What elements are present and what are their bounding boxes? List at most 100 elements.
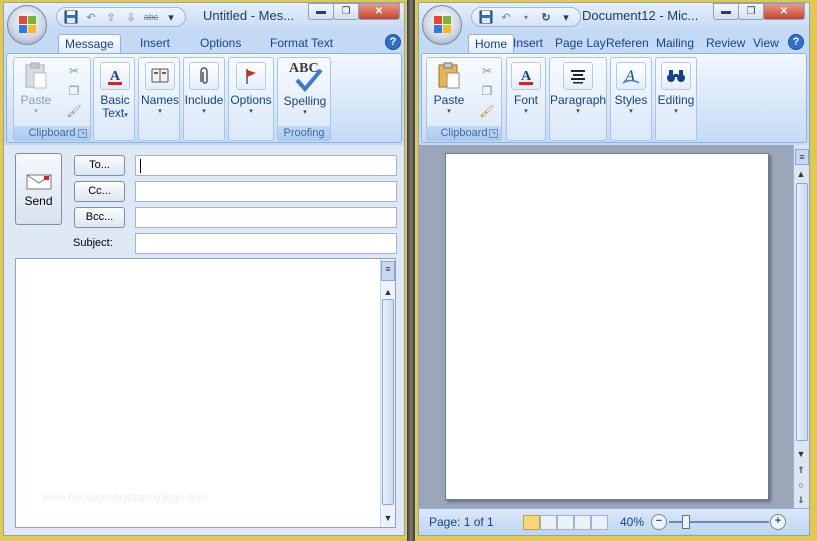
zoom-slider[interactable]	[669, 515, 769, 529]
paragraph-button[interactable]: Paragraph ▾	[550, 62, 606, 116]
scroll-thumb[interactable]	[796, 183, 808, 441]
minimize-button[interactable]: ▬	[308, 3, 334, 20]
close-button[interactable]: ✕	[763, 3, 805, 20]
tab-options[interactable]: Options	[194, 34, 247, 54]
window-title: Untitled - Mes...	[203, 8, 295, 23]
window-controls: ▬ ❐ ✕	[713, 3, 805, 20]
include-button[interactable]: Include ▾	[184, 62, 224, 116]
cc-button[interactable]: Cc...	[74, 181, 125, 202]
full-screen-reading-view-icon[interactable]	[540, 515, 557, 530]
binoculars-icon	[661, 62, 691, 90]
paste-icon	[434, 62, 464, 90]
undo-icon[interactable]: ↶	[498, 9, 514, 25]
tab-format-text[interactable]: Format Text	[264, 34, 339, 54]
office-button[interactable]	[7, 5, 47, 45]
paperclip-icon	[189, 62, 219, 90]
ruler-toggle-icon[interactable]: ≡	[795, 149, 809, 165]
format-painter-icon[interactable]: 🖌	[479, 103, 495, 119]
options-group: Options ▾	[228, 57, 274, 141]
zoom-in-icon[interactable]: +	[770, 514, 786, 530]
paste-button[interactable]: Paste ▾	[18, 62, 54, 116]
maximize-button[interactable]: ❐	[738, 3, 764, 20]
undo-dropdown-icon[interactable]: ▾	[518, 9, 534, 25]
save-icon[interactable]	[63, 9, 79, 25]
options-button[interactable]: Options ▾	[229, 62, 273, 116]
send-button[interactable]: Send	[15, 153, 62, 225]
spelling-button[interactable]: ABC Spelling ▾	[280, 60, 330, 117]
up-arrow-icon[interactable]: ⇧	[103, 9, 119, 25]
to-button[interactable]: To...	[74, 155, 125, 176]
cut-icon[interactable]: ✂	[479, 63, 495, 79]
undo-icon[interactable]: ↶	[83, 9, 99, 25]
minimize-button[interactable]: ▬	[713, 3, 739, 20]
tab-insert[interactable]: Insert	[134, 34, 176, 54]
tab-mailings[interactable]: Mailing	[650, 34, 700, 54]
redo-icon[interactable]: ↻	[538, 9, 554, 25]
basic-text-group: A Basic Text▾	[93, 57, 135, 141]
scroll-up-icon[interactable]: ▲	[381, 285, 395, 299]
ruler-toggle-icon[interactable]: ≡	[381, 261, 395, 281]
previous-page-icon[interactable]: ⇑	[794, 463, 808, 477]
names-group: Names ▾	[138, 57, 180, 141]
next-page-icon[interactable]: ⇓	[794, 493, 808, 507]
scroll-thumb[interactable]	[382, 299, 394, 505]
office-button[interactable]	[422, 5, 462, 45]
web-layout-view-icon[interactable]	[557, 515, 574, 530]
body-vertical-scrollbar[interactable]: ≡ ▲ ▼	[380, 259, 395, 527]
zoom-out-icon[interactable]: −	[651, 514, 667, 530]
paste-label: Paste	[20, 93, 52, 107]
tab-insert[interactable]: Insert	[507, 34, 549, 54]
customize-qat-icon[interactable]: ▾	[558, 9, 574, 25]
draft-view-icon[interactable]	[591, 515, 608, 530]
zoom-slider-thumb[interactable]	[681, 515, 690, 529]
outlook-quick-access-toolbar: ↶ ⇧ ⇩ abc ▾	[56, 7, 186, 27]
to-field[interactable]	[135, 155, 397, 176]
spelling-icon[interactable]: abc	[143, 9, 159, 25]
bcc-field[interactable]	[135, 207, 397, 228]
zoom-level[interactable]: 40%	[620, 515, 644, 529]
font-button[interactable]: A Font ▾	[507, 62, 545, 116]
clipboard-launcher-icon[interactable]: ↘	[78, 129, 87, 138]
clipboard-launcher-icon[interactable]: ↘	[489, 129, 498, 138]
print-layout-view-icon[interactable]	[523, 515, 540, 530]
help-icon[interactable]: ?	[385, 34, 401, 50]
document-vertical-scrollbar[interactable]: ≡ ▲ ▼ ⇑ ○ ⇓	[793, 145, 809, 510]
page-count[interactable]: Page: 1 of 1	[429, 515, 494, 529]
styles-button[interactable]: A Styles ▾	[611, 62, 651, 116]
word-document-window: ↶ ▾ ↻ ▾ Document12 - Mic... ▬ ❐ ✕ Home I…	[418, 2, 810, 536]
subject-field[interactable]	[135, 233, 397, 254]
paste-button[interactable]: Paste ▾	[431, 62, 467, 116]
maximize-button[interactable]: ❐	[333, 3, 359, 20]
ribbon: Paste ▾ ✂ ❐ 🖌 Clipboard ↘ A Font ▾ Parag…	[421, 53, 807, 143]
help-icon[interactable]: ?	[788, 34, 804, 50]
editing-button[interactable]: Editing ▾	[656, 62, 696, 116]
bcc-button[interactable]: Bcc...	[74, 207, 125, 228]
cc-field[interactable]	[135, 181, 397, 202]
format-painter-icon[interactable]: 🖌	[66, 103, 82, 119]
copy-icon[interactable]: ❐	[479, 83, 495, 99]
close-button[interactable]: ✕	[358, 3, 400, 20]
names-button[interactable]: Names ▾	[141, 62, 179, 116]
customize-qat-icon[interactable]: ▾	[163, 9, 179, 25]
document-page[interactable]	[445, 153, 769, 500]
editing-group: Editing ▾	[655, 57, 697, 141]
save-icon[interactable]	[478, 9, 494, 25]
names-label: Names	[141, 93, 180, 107]
scroll-up-icon[interactable]: ▲	[794, 167, 808, 181]
copy-icon[interactable]: ❐	[66, 83, 82, 99]
tab-view[interactable]: View	[747, 34, 785, 54]
tab-references[interactable]: Referen	[600, 34, 655, 54]
scroll-down-icon[interactable]: ▼	[794, 447, 808, 461]
down-arrow-icon[interactable]: ⇩	[123, 9, 139, 25]
message-body[interactable]: www.heritagechristiancollege.com ≡ ▲ ▼	[15, 258, 396, 528]
select-browse-object-icon[interactable]: ○	[794, 478, 808, 492]
tab-message[interactable]: Message	[58, 34, 121, 54]
basic-text-button[interactable]: A Basic Text▾	[96, 62, 134, 122]
outline-view-icon[interactable]	[574, 515, 591, 530]
spelling-check-icon: ABC	[285, 60, 325, 92]
send-label: Send	[24, 194, 53, 208]
tab-review[interactable]: Review	[700, 34, 751, 54]
clipboard-group: Paste ▾ ✂ ❐ 🖌 Clipboard ↘	[13, 57, 91, 141]
scroll-down-icon[interactable]: ▼	[381, 511, 395, 525]
cut-icon[interactable]: ✂	[66, 63, 82, 79]
